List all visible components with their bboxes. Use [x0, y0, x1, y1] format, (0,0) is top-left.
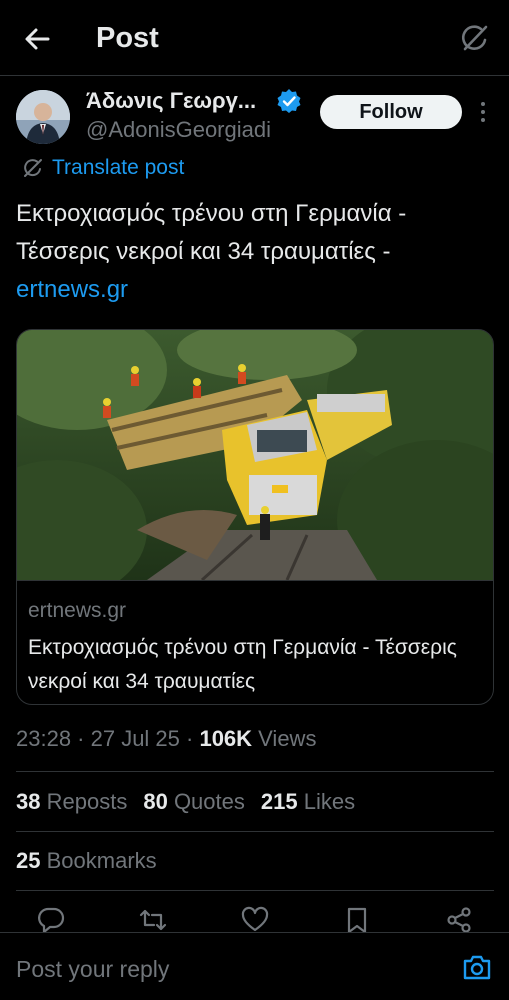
bookmark-icon[interactable]	[342, 905, 372, 935]
avatar[interactable]	[16, 90, 70, 144]
camera-icon[interactable]	[462, 953, 492, 981]
follow-button[interactable]: Follow	[320, 95, 462, 129]
link-card-title: Εκτροχιασμός τρένου στη Γερμανία - Τέσσε…	[28, 636, 457, 693]
bookmarks-label: Bookmarks	[46, 848, 157, 873]
likes-stat[interactable]: 215 Likes	[261, 789, 355, 815]
repost-icon[interactable]	[138, 905, 168, 935]
quotes-stat[interactable]: 80 Quotes	[143, 789, 245, 815]
author-handle[interactable]: @AdonisGeorgiadi	[86, 117, 271, 143]
quotes-count: 80	[143, 789, 168, 814]
views-label: Views	[252, 726, 317, 751]
divider	[16, 771, 494, 772]
translate-label: Translate post	[52, 156, 185, 179]
tweet-link[interactable]: ertnews.gr	[16, 276, 128, 303]
page-title: Post	[96, 22, 159, 54]
train-derailment-photo	[17, 330, 493, 580]
tweet-body: Εκτροχιασμός τρένου στη Γερμανία - Τέσσε…	[16, 200, 407, 265]
likes-label: Likes	[303, 789, 356, 814]
top-bar: Post	[0, 0, 509, 76]
avatar-image	[16, 90, 70, 144]
reposts-stat[interactable]: 38 Reposts	[16, 789, 127, 815]
action-bar	[0, 905, 509, 935]
share-icon[interactable]	[444, 905, 474, 935]
quotes-label: Quotes	[173, 789, 245, 814]
verified-badge-icon	[277, 89, 301, 113]
post-timestamp[interactable]: 23:28 · 27 Jul 25 ·	[16, 726, 199, 751]
reposts-count: 38	[16, 789, 41, 814]
link-card-body: ertnews.gr Εκτροχιασμός τρένου στη Γερμα…	[17, 580, 493, 704]
arrow-left-icon[interactable]	[20, 22, 54, 56]
translate-post-button[interactable]: Translate post	[22, 154, 184, 182]
likes-count: 215	[260, 789, 298, 814]
link-card[interactable]: ertnews.gr Εκτροχιασμός τρένου στη Γερμα…	[16, 329, 494, 705]
views-count: 106K	[199, 726, 253, 751]
more-options-icon[interactable]	[474, 98, 492, 126]
divider	[16, 831, 494, 832]
reply-icon[interactable]	[36, 905, 66, 935]
reposts-label: Reposts	[46, 789, 128, 814]
tweet-text: Εκτροχιασμός τρένου στη Γερμανία - Τέσσε…	[16, 195, 494, 309]
reply-bar	[0, 932, 509, 1000]
bookmarks-count: 25	[16, 848, 41, 873]
author-name[interactable]: Άδωνις Γεωργ...	[86, 88, 256, 114]
bookmarks-stat[interactable]: 25 Bookmarks	[16, 848, 157, 874]
post-meta: 23:28 · 27 Jul 25 · 106K Views	[16, 726, 316, 752]
like-icon[interactable]	[240, 905, 270, 935]
reply-input[interactable]	[16, 953, 436, 985]
grok-icon	[24, 159, 42, 177]
divider	[16, 890, 494, 891]
grok-icon[interactable]	[459, 22, 491, 54]
engagement-stats: 38 Reposts 80 Quotes 215 Likes	[16, 789, 355, 815]
link-card-domain: ertnews.gr	[28, 599, 127, 622]
